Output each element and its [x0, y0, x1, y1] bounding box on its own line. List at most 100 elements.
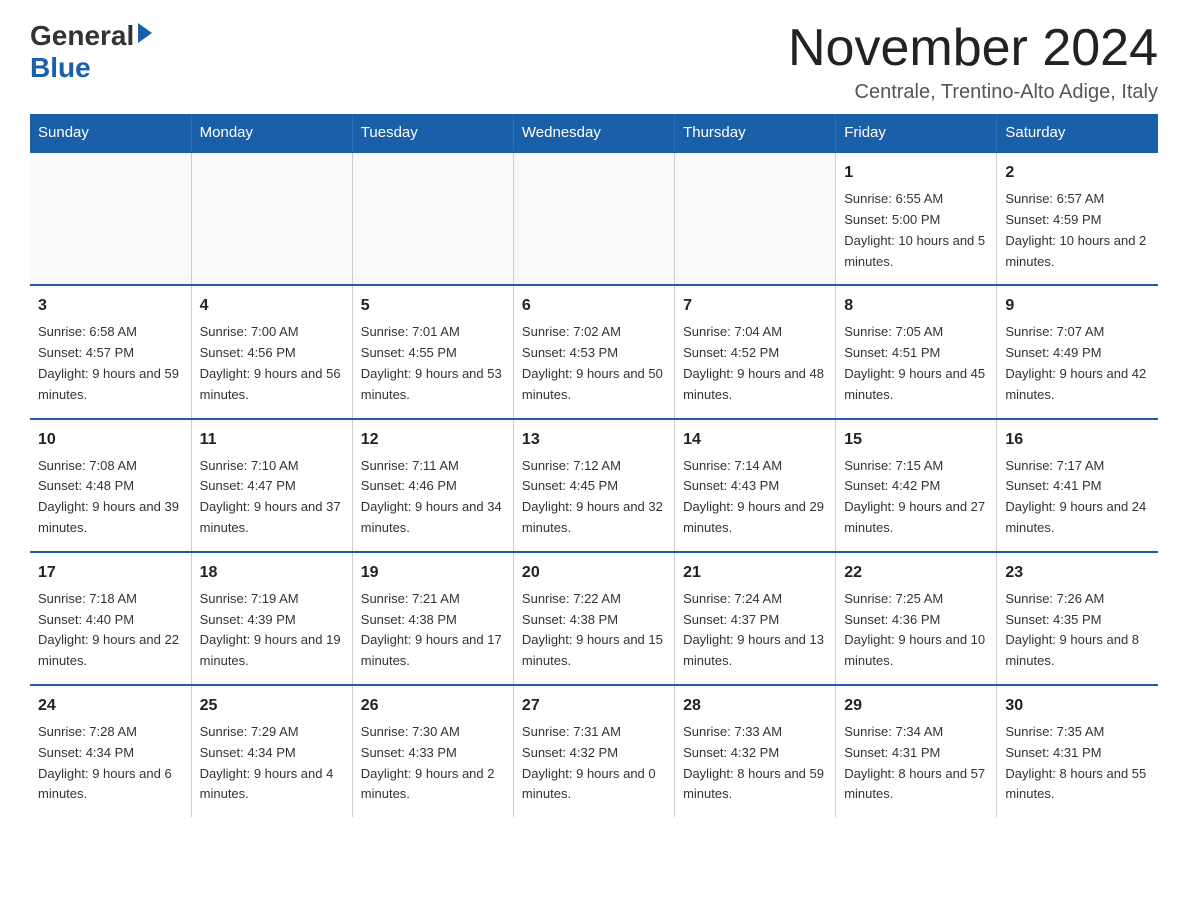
day-number: 14 [683, 428, 827, 452]
logo-arrow-icon [138, 23, 152, 43]
day-number: 22 [844, 561, 988, 585]
day-number: 17 [38, 561, 183, 585]
logo-blue-text: Blue [30, 52, 91, 83]
day-number: 29 [844, 694, 988, 718]
logo: General Blue [30, 20, 152, 84]
day-info: Sunrise: 7:22 AMSunset: 4:38 PMDaylight:… [522, 589, 666, 672]
calendar-cell: 15 Sunrise: 7:15 AMSunset: 4:42 PMDayligh… [836, 419, 997, 552]
calendar-week-3: 10 Sunrise: 7:08 AMSunset: 4:48 PMDayligh… [30, 419, 1158, 552]
day-of-week-saturday: Saturday [997, 114, 1158, 152]
day-info: Sunrise: 7:15 AMSunset: 4:42 PMDaylight:… [844, 456, 988, 539]
day-number: 19 [361, 561, 505, 585]
calendar-cell: 27Sunrise: 7:31 AMSunset: 4:32 PMDayligh… [513, 685, 674, 817]
title-section: November 2024 Centrale, Trentino-Alto Ad… [788, 20, 1158, 104]
day-number: 25 [200, 694, 344, 718]
calendar-cell: 7 Sunrise: 7:04 AMSunset: 4:52 PMDaylight… [675, 285, 836, 418]
day-info: Sunrise: 7:14 AMSunset: 4:43 PMDaylight:… [683, 456, 827, 539]
calendar-cell: 3 Sunrise: 6:58 AMSunset: 4:57 PMDaylight… [30, 285, 191, 418]
calendar-cell [352, 152, 513, 285]
day-number: 10 [38, 428, 183, 452]
day-number: 7 [683, 294, 827, 318]
day-of-week-tuesday: Tuesday [352, 114, 513, 152]
day-number: 11 [200, 428, 344, 452]
day-number: 6 [522, 294, 666, 318]
calendar-cell: 18Sunrise: 7:19 AMSunset: 4:39 PMDayligh… [191, 552, 352, 685]
calendar-cell: 30Sunrise: 7:35 AMSunset: 4:31 PMDayligh… [997, 685, 1158, 817]
calendar-week-1: 1 Sunrise: 6:55 AMSunset: 5:00 PMDaylight… [30, 152, 1158, 285]
day-info: Sunrise: 6:57 AMSunset: 4:59 PMDaylight:… [1005, 189, 1150, 272]
day-number: 20 [522, 561, 666, 585]
calendar-cell: 24 Sunrise: 7:28 AMSunset: 4:34 PMDayligh… [30, 685, 191, 817]
calendar-cell [513, 152, 674, 285]
day-info: Sunrise: 7:29 AMSunset: 4:34 PMDaylight:… [200, 722, 344, 805]
day-info: Sunrise: 7:26 AMSunset: 4:35 PMDaylight:… [1005, 589, 1150, 672]
calendar-cell: 29 Sunrise: 7:34 AMSunset: 4:31 PMDayligh… [836, 685, 997, 817]
days-of-week-row: SundayMondayTuesdayWednesdayThursdayFrid… [30, 114, 1158, 152]
calendar-cell [30, 152, 191, 285]
calendar-cell: 25 Sunrise: 7:29 AMSunset: 4:34 PMDayligh… [191, 685, 352, 817]
day-of-week-sunday: Sunday [30, 114, 191, 152]
calendar-cell: 14 Sunrise: 7:14 AMSunset: 4:43 PMDayligh… [675, 419, 836, 552]
calendar-cell [191, 152, 352, 285]
day-info: Sunrise: 7:01 AMSunset: 4:55 PMDaylight:… [361, 322, 505, 405]
calendar-cell: 22 Sunrise: 7:25 AMSunset: 4:36 PMDayligh… [836, 552, 997, 685]
day-number: 8 [844, 294, 988, 318]
day-of-week-thursday: Thursday [675, 114, 836, 152]
day-info: Sunrise: 7:05 AMSunset: 4:51 PMDaylight:… [844, 322, 988, 405]
calendar-cell: 1 Sunrise: 6:55 AMSunset: 5:00 PMDaylight… [836, 152, 997, 285]
day-number: 18 [200, 561, 344, 585]
calendar-cell: 28Sunrise: 7:33 AMSunset: 4:32 PMDayligh… [675, 685, 836, 817]
day-info: Sunrise: 7:07 AMSunset: 4:49 PMDaylight:… [1005, 322, 1150, 405]
day-number: 1 [844, 161, 988, 185]
day-number: 24 [38, 694, 183, 718]
day-number: 15 [844, 428, 988, 452]
day-of-week-monday: Monday [191, 114, 352, 152]
calendar-cell: 5 Sunrise: 7:01 AMSunset: 4:55 PMDaylight… [352, 285, 513, 418]
calendar-week-5: 24 Sunrise: 7:28 AMSunset: 4:34 PMDayligh… [30, 685, 1158, 817]
calendar-cell: 19 Sunrise: 7:21 AMSunset: 4:38 PMDayligh… [352, 552, 513, 685]
day-info: Sunrise: 6:58 AMSunset: 4:57 PMDaylight:… [38, 322, 183, 405]
calendar-cell: 6Sunrise: 7:02 AMSunset: 4:53 PMDaylight… [513, 285, 674, 418]
calendar-cell: 2 Sunrise: 6:57 AMSunset: 4:59 PMDaylight… [997, 152, 1158, 285]
location-text: Centrale, Trentino-Alto Adige, Italy [788, 81, 1158, 104]
calendar-body: 1 Sunrise: 6:55 AMSunset: 5:00 PMDaylight… [30, 152, 1158, 817]
calendar-cell: 26Sunrise: 7:30 AMSunset: 4:33 PMDayligh… [352, 685, 513, 817]
day-info: Sunrise: 7:21 AMSunset: 4:38 PMDaylight:… [361, 589, 505, 672]
day-info: Sunrise: 7:11 AMSunset: 4:46 PMDaylight:… [361, 456, 505, 539]
day-info: Sunrise: 7:28 AMSunset: 4:34 PMDaylight:… [38, 722, 183, 805]
day-info: Sunrise: 7:08 AMSunset: 4:48 PMDaylight:… [38, 456, 183, 539]
day-info: Sunrise: 7:18 AMSunset: 4:40 PMDaylight:… [38, 589, 183, 672]
day-number: 3 [38, 294, 183, 318]
calendar-week-4: 17 Sunrise: 7:18 AMSunset: 4:40 PMDayligh… [30, 552, 1158, 685]
day-info: Sunrise: 7:24 AMSunset: 4:37 PMDaylight:… [683, 589, 827, 672]
day-info: Sunrise: 7:30 AMSunset: 4:33 PMDaylight:… [361, 722, 505, 805]
day-info: Sunrise: 6:55 AMSunset: 5:00 PMDaylight:… [844, 189, 988, 272]
day-number: 23 [1005, 561, 1150, 585]
day-info: Sunrise: 7:04 AMSunset: 4:52 PMDaylight:… [683, 322, 827, 405]
calendar-week-2: 3 Sunrise: 6:58 AMSunset: 4:57 PMDaylight… [30, 285, 1158, 418]
day-number: 2 [1005, 161, 1150, 185]
calendar-cell [675, 152, 836, 285]
month-title: November 2024 [788, 20, 1158, 77]
calendar-cell: 4Sunrise: 7:00 AMSunset: 4:56 PMDaylight… [191, 285, 352, 418]
calendar-header: SundayMondayTuesdayWednesdayThursdayFrid… [30, 114, 1158, 152]
calendar-table: SundayMondayTuesdayWednesdayThursdayFrid… [30, 114, 1158, 817]
calendar-cell: 11Sunrise: 7:10 AMSunset: 4:47 PMDayligh… [191, 419, 352, 552]
day-number: 5 [361, 294, 505, 318]
day-number: 27 [522, 694, 666, 718]
day-info: Sunrise: 7:12 AMSunset: 4:45 PMDaylight:… [522, 456, 666, 539]
day-info: Sunrise: 7:34 AMSunset: 4:31 PMDaylight:… [844, 722, 988, 805]
calendar-cell: 20 Sunrise: 7:22 AMSunset: 4:38 PMDayligh… [513, 552, 674, 685]
day-info: Sunrise: 7:25 AMSunset: 4:36 PMDaylight:… [844, 589, 988, 672]
calendar-cell: 23 Sunrise: 7:26 AMSunset: 4:35 PMDayligh… [997, 552, 1158, 685]
calendar-cell: 13 Sunrise: 7:12 AMSunset: 4:45 PMDayligh… [513, 419, 674, 552]
day-number: 13 [522, 428, 666, 452]
day-number: 21 [683, 561, 827, 585]
calendar-cell: 8 Sunrise: 7:05 AMSunset: 4:51 PMDaylight… [836, 285, 997, 418]
calendar-cell: 16Sunrise: 7:17 AMSunset: 4:41 PMDayligh… [997, 419, 1158, 552]
calendar-cell: 10 Sunrise: 7:08 AMSunset: 4:48 PMDayligh… [30, 419, 191, 552]
day-info: Sunrise: 7:35 AMSunset: 4:31 PMDaylight:… [1005, 722, 1150, 805]
day-number: 9 [1005, 294, 1150, 318]
calendar-cell: 12Sunrise: 7:11 AMSunset: 4:46 PMDayligh… [352, 419, 513, 552]
page-header: General Blue November 2024 Centrale, Tre… [30, 20, 1158, 104]
